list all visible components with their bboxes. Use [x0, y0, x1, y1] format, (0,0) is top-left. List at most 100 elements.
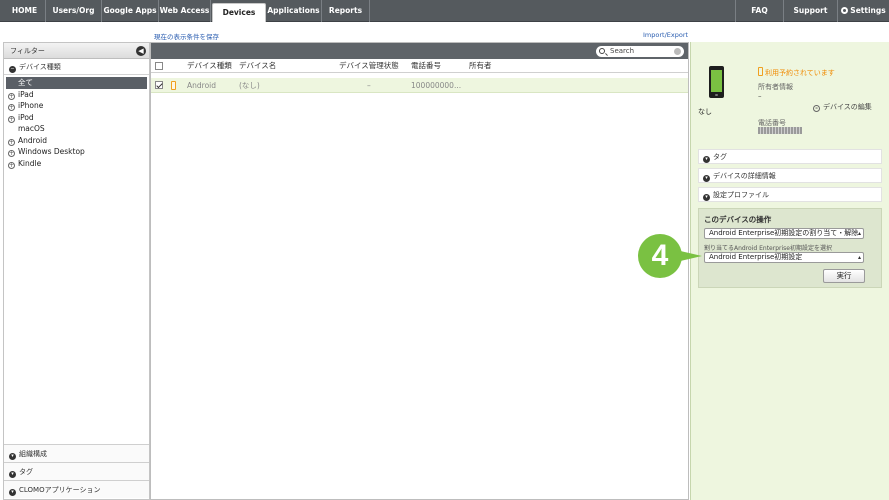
tree-item-label: 全て [18, 78, 33, 87]
reservation-status-text: 利用予約されています [765, 69, 835, 77]
nav-faq[interactable]: FAQ [735, 0, 783, 22]
expand-icon[interactable]: + [8, 150, 15, 157]
tree-item-android[interactable]: + Android [4, 135, 149, 147]
tree-item-iphone[interactable]: + iPhone [4, 100, 149, 112]
nav-applications[interactable]: Applications [266, 0, 322, 22]
expand-icon[interactable]: + [8, 138, 15, 146]
tree-item-label: iPhone [18, 101, 44, 110]
clear-search-icon[interactable] [674, 48, 681, 55]
clomo-apps-label: CLOMOアプリケーション [19, 486, 101, 494]
nav-google-apps[interactable]: Google Apps [102, 0, 159, 22]
column-owner[interactable]: 所有者 [469, 59, 492, 73]
filter-sidebar: フィルター ◀ − デバイス種類 全て + iPad + iPhone + iPod m… [3, 42, 150, 500]
tree-item-label: Windows Desktop [18, 147, 85, 156]
tree-item-windows-desktop[interactable]: + Windows Desktop [4, 146, 149, 158]
import-export-link[interactable]: Import/Export [643, 31, 688, 39]
tree-item-label: iPod [18, 112, 34, 122]
tree-item-label: iPad [18, 89, 34, 99]
nav-support[interactable]: Support [783, 0, 837, 22]
tree-item-macos[interactable]: macOS [4, 123, 149, 135]
device-type-label: デバイス種類 [19, 63, 61, 71]
nav-devices[interactable]: Devices [212, 3, 266, 22]
expand-section-icon: ▾ [9, 471, 16, 478]
section-device-details-label: デバイスの詳細情報 [713, 172, 776, 180]
select-all-checkbox[interactable] [155, 62, 163, 70]
assign-setting-label: 割り当てるAndroid Enterprise初期設定を選択 [704, 245, 832, 252]
operation-select[interactable]: Android Enterprise初期設定の割り当て・解除 ▴▾ [704, 228, 864, 239]
section-device-details[interactable]: ▾ デバイスの詳細情報 [698, 168, 882, 183]
tree-item-kindle[interactable]: + Kindle [4, 158, 149, 170]
expand-icon[interactable]: + [8, 104, 15, 111]
filter-title: フィルター [10, 47, 45, 55]
enterprise-setting-select[interactable]: Android Enterprise初期設定 ▴▾ [704, 252, 864, 263]
column-device-name[interactable]: デバイス名 [239, 59, 276, 73]
tag-section[interactable]: ▾ タグ [4, 462, 149, 480]
tree-item-ipod[interactable]: + iPod [4, 112, 149, 124]
tag-label: タグ [19, 468, 33, 476]
tree-item-label: Android [18, 135, 47, 145]
expand-section-icon: ▾ [703, 194, 710, 201]
section-config-profile[interactable]: ▾ 設定プロファイル [698, 187, 882, 202]
select-arrows-icon: ▴▾ [857, 230, 861, 238]
clomo-apps-section[interactable]: ▾ CLOMOアプリケーション [4, 480, 149, 498]
cell-device-name: (なし) [239, 81, 260, 90]
org-label: 組織構成 [19, 450, 47, 458]
expand-icon[interactable]: + [8, 92, 15, 100]
owner-info-value: – [758, 92, 762, 100]
expand-icon[interactable]: + [8, 161, 15, 169]
column-management-status[interactable]: デバイス管理状態 [339, 59, 399, 73]
device-list-panel: Search デバイス種類 デバイス名 デバイス管理状態 電話番号 所有者 An… [150, 42, 689, 500]
android-phone-icon [709, 66, 724, 98]
search-icon [599, 48, 605, 54]
run-button[interactable]: 実行 [823, 269, 865, 283]
reserved-phone-icon [758, 67, 763, 76]
edit-device-label: デバイスの編集 [823, 103, 872, 111]
expand-section-icon: ▾ [9, 489, 16, 496]
tree-item-ipad[interactable]: + iPad [4, 89, 149, 101]
tree-item-all[interactable]: 全て [6, 77, 147, 89]
expand-section-icon: ▾ [703, 175, 710, 182]
expand-section-icon: ▾ [703, 156, 710, 163]
cell-phone-number: 100000000... [411, 81, 462, 90]
nav-home[interactable]: HOME [4, 0, 46, 22]
phone-number-masked [758, 127, 802, 134]
device-detail-panel: 利用予約されています 所有者情報 – なし ∘ デバイスの編集 電話番号 ▾ タグ … [690, 42, 889, 500]
top-navigation: HOME Users/Org Google Apps Web Access De… [0, 0, 889, 22]
tree-item-label: macOS [18, 124, 45, 133]
gear-icon [841, 7, 849, 14]
section-config-profile-label: 設定プロファイル [713, 191, 769, 199]
org-section[interactable]: ▾ 組織構成 [4, 444, 149, 462]
select-arrows-icon: ▴▾ [857, 254, 861, 262]
device-operations-box: このデバイスの操作 Android Enterprise初期設定の割り当て・解除… [698, 208, 882, 288]
expand-section-icon: ▾ [9, 453, 16, 460]
nav-reports[interactable]: Reports [322, 0, 370, 22]
device-type-section[interactable]: − デバイス種類 [4, 59, 149, 75]
expand-icon[interactable]: + [8, 115, 15, 123]
operation-select-value: Android Enterprise初期設定の割り当て・解除 [709, 229, 859, 237]
filter-header: フィルター ◀ [4, 43, 149, 59]
reservation-status: 利用予約されています [758, 67, 835, 78]
column-phone-number[interactable]: 電話番号 [411, 59, 441, 73]
edit-icon: ∘ [813, 105, 820, 112]
nav-web-access[interactable]: Web Access [159, 0, 211, 22]
section-tag[interactable]: ▾ タグ [698, 149, 882, 164]
row-checkbox[interactable] [155, 81, 163, 89]
column-device-type[interactable]: デバイス種類 [187, 59, 232, 73]
table-header: デバイス種類 デバイス名 デバイス管理状態 電話番号 所有者 [151, 59, 688, 73]
collapse-sidebar-icon[interactable]: ◀ [136, 46, 146, 56]
search-input[interactable]: Search [596, 46, 684, 57]
search-placeholder: Search [610, 47, 635, 55]
device-phone-icon [171, 81, 176, 90]
device-type-tree: 全て + iPad + iPhone + iPod macOS + Android + W… [4, 75, 149, 169]
table-row[interactable]: Android (なし) – 100000000... [151, 78, 688, 93]
edit-device-link[interactable]: ∘ デバイスの編集 [813, 102, 872, 112]
section-tag-label: タグ [713, 153, 727, 161]
owner-info-label: 所有者情報 [758, 83, 793, 91]
save-filter-link[interactable]: 現在の表示条件を保存 [154, 31, 219, 41]
nav-settings-label: Settings [850, 6, 886, 15]
nav-users-org[interactable]: Users/Org [46, 0, 102, 22]
operations-title: このデバイスの操作 [704, 215, 772, 224]
device-name: なし [698, 108, 712, 116]
cell-management-status: – [367, 81, 371, 90]
nav-settings[interactable]: Settings [837, 0, 889, 22]
